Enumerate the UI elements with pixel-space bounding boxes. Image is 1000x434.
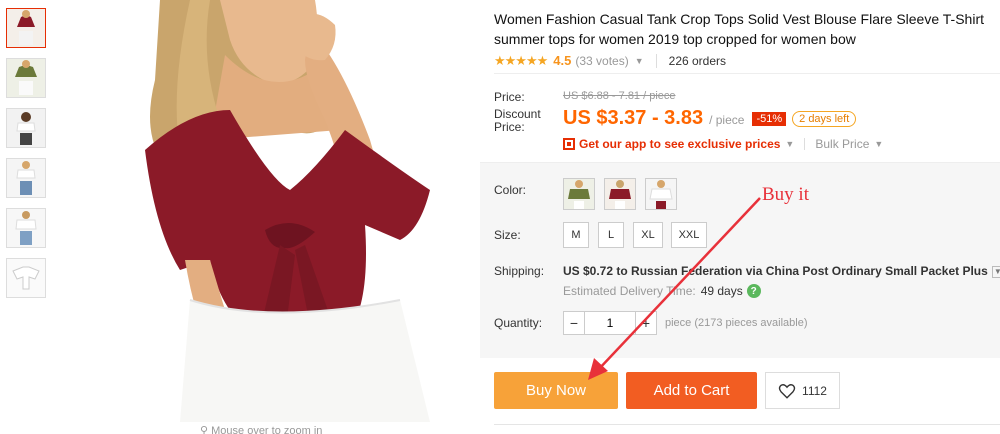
help-icon[interactable]: ? — [746, 284, 761, 298]
zoom-hint-text: Mouse over to zoom in — [211, 425, 323, 434]
rating-value: 4.5 — [553, 53, 572, 68]
estimated-delivery-label: Estimated Delivery Time: — [563, 284, 696, 298]
price-label: Price: — [494, 90, 525, 104]
product-info-panel: Women Fashion Casual Tank Crop Tops Soli… — [480, 0, 1000, 434]
annotation-text: Buy it — [762, 184, 809, 205]
thumbnail-white-front[interactable] — [6, 208, 46, 248]
discount-badge: -51% — [752, 112, 787, 126]
quantity-stepper: − + piece (2173 pieces available) — [563, 311, 807, 335]
product-title: Women Fashion Casual Tank Crop Tops Soli… — [494, 11, 984, 47]
quantity-label: Quantity: — [494, 316, 543, 330]
thumbnail-green[interactable] — [6, 58, 46, 98]
thumbnail-wine[interactable] — [6, 8, 46, 48]
qr-code-icon — [563, 138, 575, 150]
quantity-availability: piece (2173 pieces available) — [665, 317, 808, 329]
color-swatch-wine[interactable] — [604, 178, 636, 210]
app-promo-link[interactable]: Get our app to see exclusive prices — [579, 137, 780, 151]
original-price: US $6.88 - 7.81 / piece — [563, 90, 676, 102]
size-option-m[interactable]: M — [563, 222, 589, 248]
zoom-hint: ⚲ Mouse over to zoom in — [200, 424, 322, 434]
discount-price-label: Discount Price: — [494, 107, 541, 134]
shipping-option[interactable]: US $0.72 to Russian Federation via China… — [563, 264, 1000, 278]
wishlist-count: 1112 — [802, 383, 827, 398]
thumbnail-white-jeans[interactable] — [6, 158, 46, 198]
thumbnail-flatlay[interactable] — [6, 258, 46, 298]
main-product-image[interactable] — [100, 0, 473, 422]
current-price-row: US $3.37 - 3.83 / piece -51% 2 days left — [563, 107, 857, 130]
divider — [804, 138, 806, 150]
current-price: US $3.37 - 3.83 — [563, 107, 704, 129]
heart-icon — [778, 383, 796, 399]
chevron-down-icon[interactable]: ▼ — [874, 139, 883, 149]
color-swatch-white[interactable] — [645, 178, 677, 210]
quantity-input[interactable] — [585, 311, 635, 335]
price-unit: / piece — [709, 113, 745, 127]
votes-link[interactable]: (33 votes) — [575, 54, 628, 68]
size-option-xl[interactable]: XL — [633, 222, 663, 248]
app-promo-row: Get our app to see exclusive prices ▼ Bu… — [563, 137, 883, 151]
zoom-icon: ⚲ — [200, 425, 212, 434]
size-label: Size: — [494, 228, 521, 242]
add-to-cart-button[interactable]: Add to Cart — [626, 372, 757, 409]
divider — [655, 53, 657, 68]
color-label: Color: — [494, 183, 527, 197]
orders-count: 226 orders — [668, 53, 727, 68]
divider — [494, 424, 1000, 425]
shipping-text: US $0.72 to Russian Federation via China… — [563, 264, 988, 278]
buy-now-button[interactable]: Buy Now — [494, 372, 618, 409]
rating-row: ★★★★★ 4.5 (33 votes) ▼ 226 orders — [494, 52, 1000, 74]
chevron-down-icon[interactable]: ▼ — [635, 56, 644, 66]
chevron-down-icon[interactable]: ▼ — [991, 265, 1000, 278]
shipping-label: Shipping: — [494, 264, 545, 278]
quantity-increase-button[interactable]: + — [635, 311, 657, 335]
thumbnail-list — [6, 8, 50, 308]
size-option-l[interactable]: L — [598, 222, 624, 248]
thumbnail-back-white[interactable] — [6, 108, 46, 148]
rating-stars-icon: ★★★★★ — [494, 52, 548, 68]
estimated-delivery-days: 49 days — [700, 284, 743, 298]
wishlist-button[interactable]: 1112 — [765, 372, 840, 409]
size-option-xxl[interactable]: XXL — [671, 222, 707, 248]
chevron-down-icon[interactable]: ▼ — [785, 139, 794, 149]
color-swatch-green[interactable] — [563, 178, 595, 210]
days-left-badge: 2 days left — [792, 111, 857, 127]
bulk-price-link[interactable]: Bulk Price — [815, 137, 869, 151]
estimated-delivery: Estimated Delivery Time: 49 days ? — [563, 284, 761, 298]
quantity-decrease-button[interactable]: − — [563, 311, 585, 335]
